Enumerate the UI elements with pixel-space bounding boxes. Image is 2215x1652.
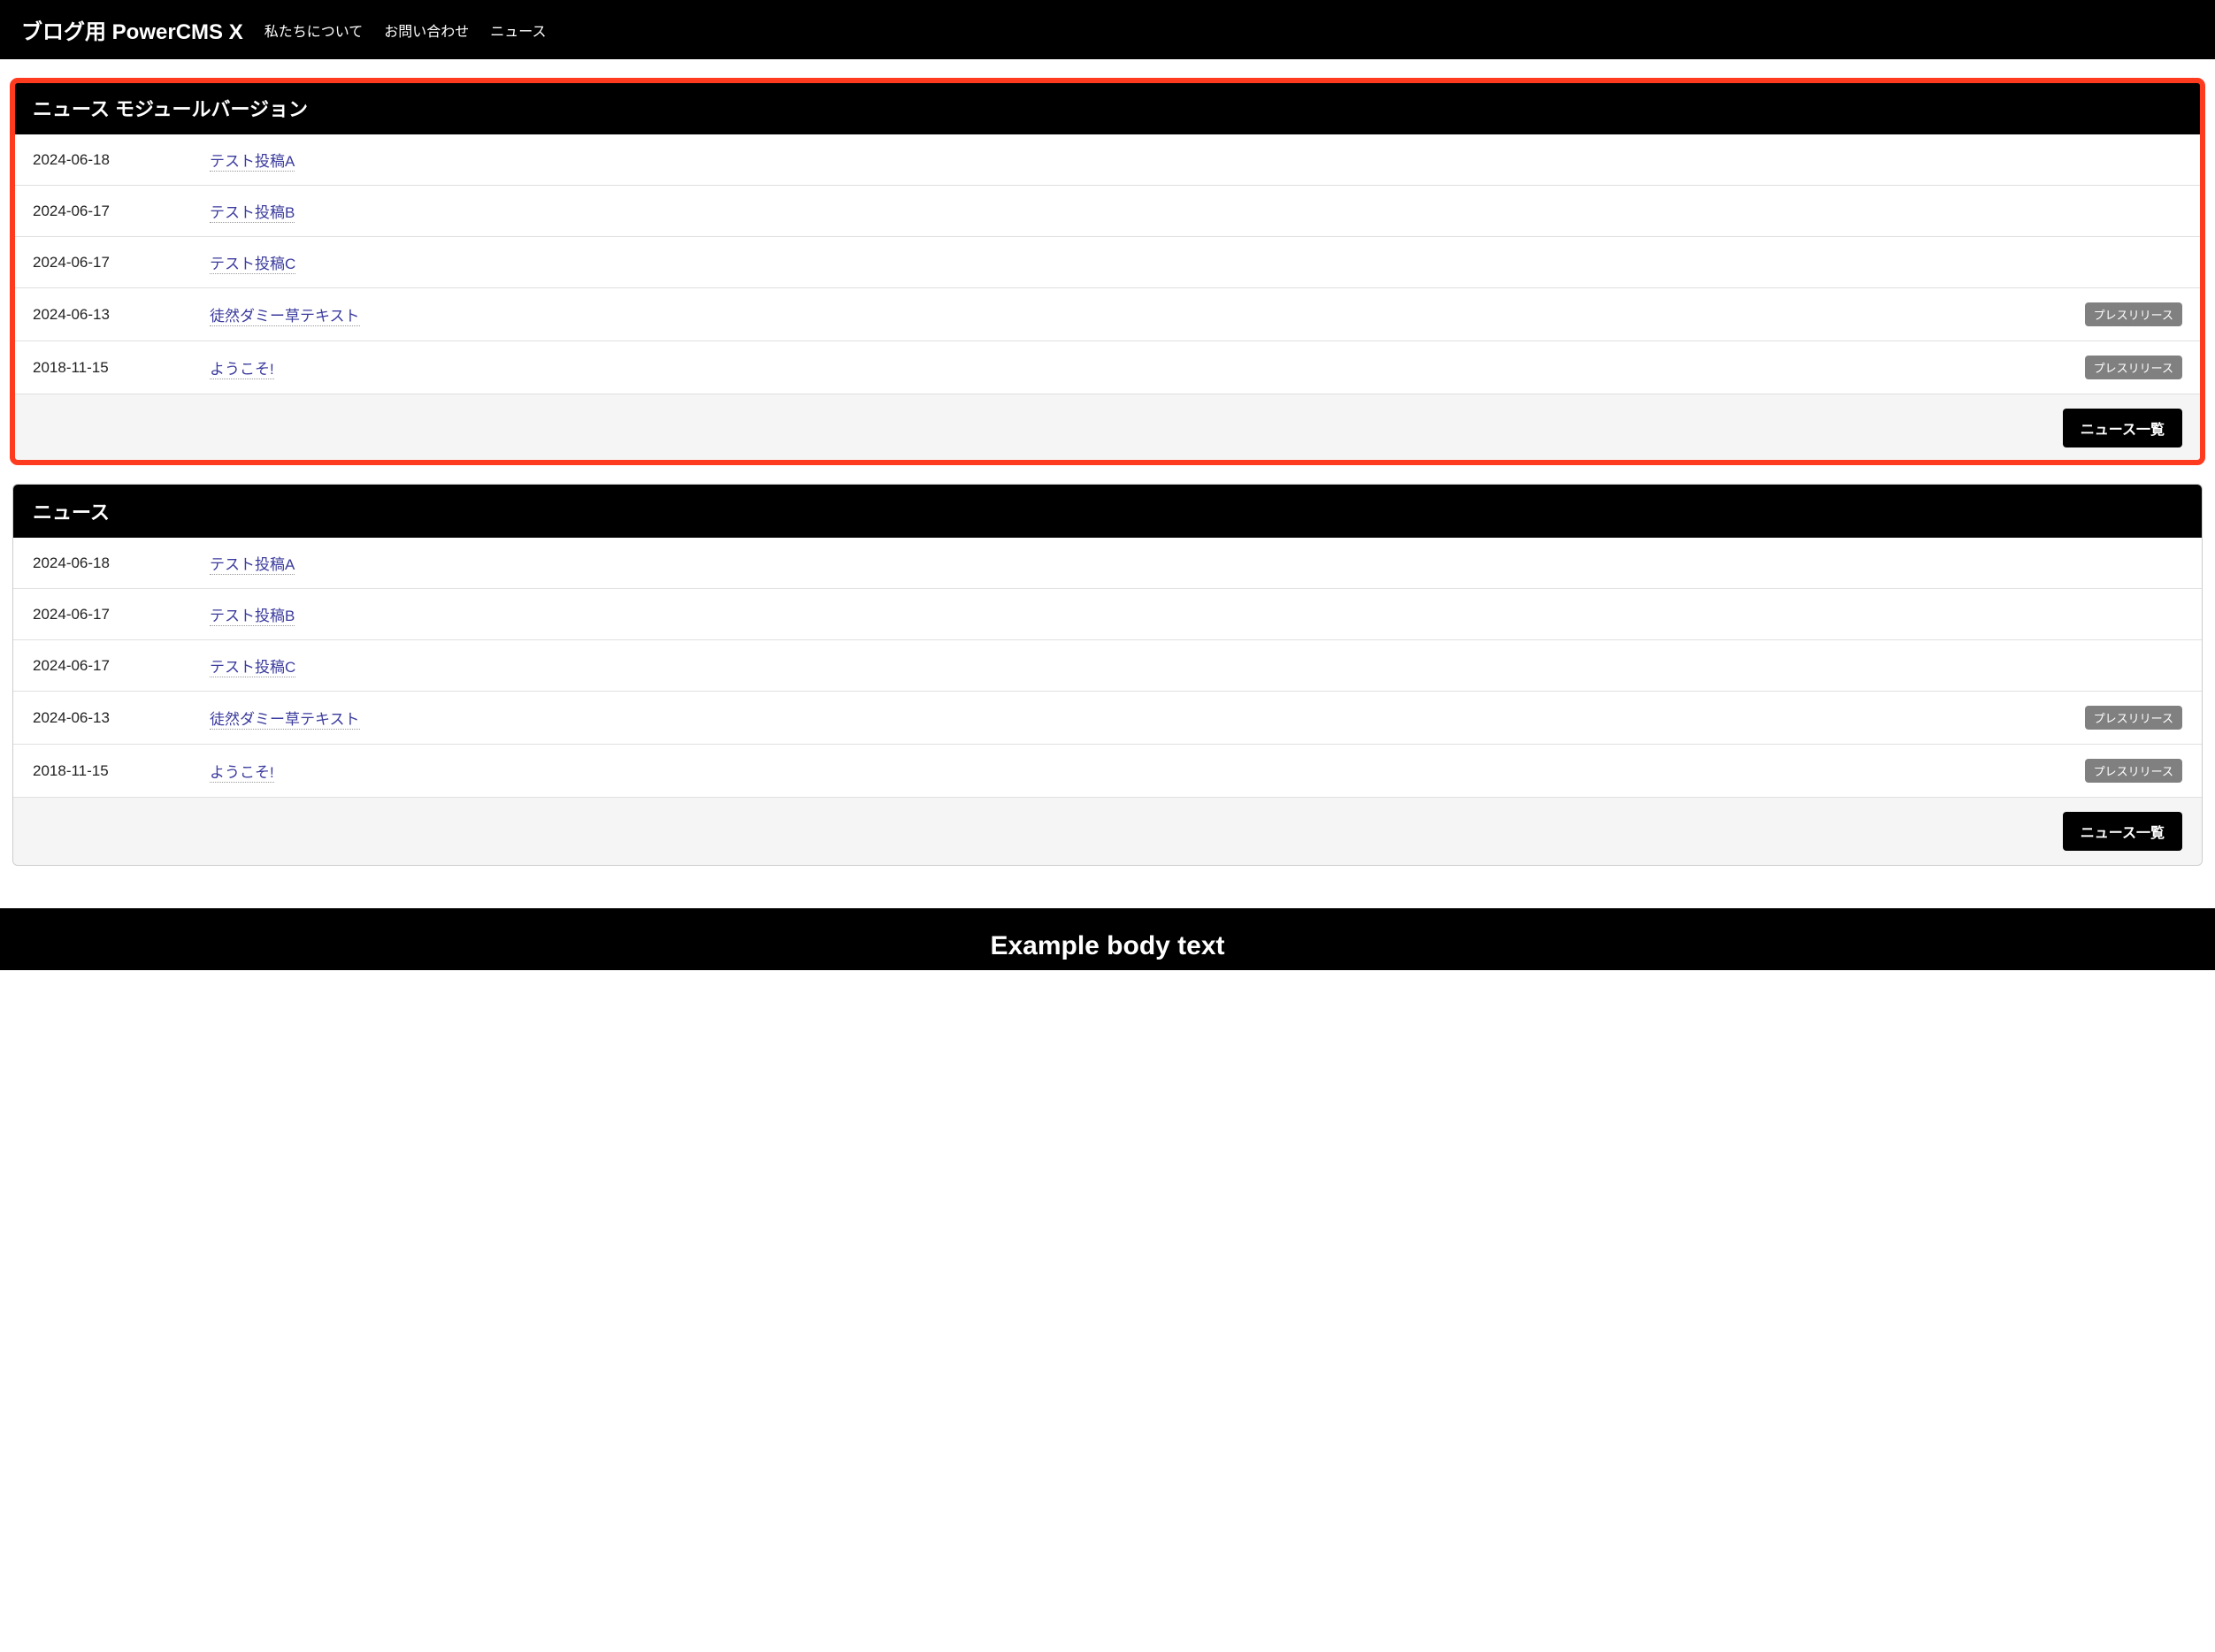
footer-heading: Example body text (0, 931, 2215, 961)
news-title-link[interactable]: テスト投稿B (210, 608, 295, 626)
news-title-cell: テスト投稿C (210, 251, 2182, 273)
news-date: 2024-06-13 (33, 306, 210, 324)
nav-link-contact[interactable]: お問い合わせ (384, 19, 469, 41)
panel-footer: ニュース一覧 (13, 798, 2202, 865)
news-title-cell: ようこそ! (210, 760, 2085, 782)
panel-header: ニュース (13, 485, 2202, 538)
news-title-cell: 徒然ダミー草テキスト (210, 303, 2085, 325)
news-row: 2024-06-18 テスト投稿A (13, 134, 2202, 186)
panel-header: ニュース モジュールバージョン (13, 81, 2202, 134)
news-panel-module-version: ニュース モジュールバージョン 2024-06-18 テスト投稿A 2024-0… (12, 80, 2203, 463)
news-date: 2024-06-13 (33, 709, 210, 727)
press-release-badge: プレスリリース (2085, 759, 2182, 783)
news-row: 2024-06-17 テスト投稿B (13, 186, 2202, 237)
news-list-button[interactable]: ニュース一覧 (2063, 409, 2182, 447)
nav-link-about[interactable]: 私たちについて (264, 19, 364, 41)
news-title-link[interactable]: 徒然ダミー草テキスト (210, 711, 360, 730)
brand[interactable]: ブログ用 PowerCMS X (21, 14, 243, 45)
news-title-cell: テスト投稿B (210, 200, 2182, 222)
panel-footer: ニュース一覧 (13, 394, 2202, 462)
news-title-cell: テスト投稿C (210, 654, 2182, 677)
news-title-link[interactable]: テスト投稿C (210, 659, 295, 677)
news-title-link[interactable]: 徒然ダミー草テキスト (210, 308, 360, 326)
news-date: 2018-11-15 (33, 359, 210, 377)
news-title-link[interactable]: ようこそ! (210, 361, 274, 379)
news-title-link[interactable]: テスト投稿C (210, 256, 295, 274)
news-list-button[interactable]: ニュース一覧 (2063, 812, 2182, 851)
news-row: 2024-06-13 徒然ダミー草テキスト プレスリリース (13, 288, 2202, 341)
news-row: 2018-11-15 ようこそ! プレスリリース (13, 745, 2202, 798)
news-title-link[interactable]: ようこそ! (210, 764, 274, 783)
footer-section: Example body text (0, 908, 2215, 970)
news-row: 2024-06-18 テスト投稿A (13, 538, 2202, 589)
press-release-badge: プレスリリース (2085, 302, 2182, 326)
news-title-cell: テスト投稿B (210, 603, 2182, 625)
news-title-link[interactable]: テスト投稿A (210, 556, 295, 575)
news-title-cell: 徒然ダミー草テキスト (210, 707, 2085, 729)
top-nav: ブログ用 PowerCMS X 私たちについて お問い合わせ ニュース (0, 0, 2215, 59)
press-release-badge: プレスリリース (2085, 706, 2182, 730)
news-title-cell: テスト投稿A (210, 149, 2182, 171)
news-row: 2024-06-13 徒然ダミー草テキスト プレスリリース (13, 692, 2202, 745)
news-row: 2024-06-17 テスト投稿B (13, 589, 2202, 640)
news-row: 2018-11-15 ようこそ! プレスリリース (13, 341, 2202, 394)
news-row: 2024-06-17 テスト投稿C (13, 237, 2202, 288)
press-release-badge: プレスリリース (2085, 356, 2182, 379)
news-date: 2024-06-17 (33, 254, 210, 272)
news-title-link[interactable]: テスト投稿A (210, 153, 295, 172)
news-date: 2024-06-17 (33, 606, 210, 623)
news-row: 2024-06-17 テスト投稿C (13, 640, 2202, 692)
nav-link-news[interactable]: ニュース (490, 19, 546, 41)
news-panel: ニュース 2024-06-18 テスト投稿A 2024-06-17 テスト投稿B… (12, 484, 2203, 866)
news-date: 2024-06-18 (33, 554, 210, 572)
news-date: 2024-06-17 (33, 657, 210, 675)
news-date: 2024-06-18 (33, 151, 210, 169)
news-title-cell: ようこそ! (210, 356, 2085, 379)
news-title-link[interactable]: テスト投稿B (210, 204, 295, 223)
news-date: 2024-06-17 (33, 203, 210, 220)
news-date: 2018-11-15 (33, 762, 210, 780)
main-container: ニュース モジュールバージョン 2024-06-18 テスト投稿A 2024-0… (0, 59, 2215, 908)
news-title-cell: テスト投稿A (210, 552, 2182, 574)
